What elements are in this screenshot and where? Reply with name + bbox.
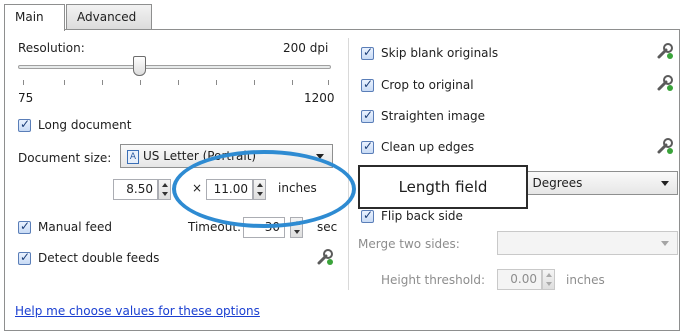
merge-sides-label: Merge two sides: <box>358 237 460 251</box>
slider-tick <box>216 80 217 85</box>
chevron-down-icon <box>661 241 669 246</box>
slider-tick <box>328 80 329 85</box>
document-icon: A <box>127 149 139 164</box>
chevron-down-icon <box>661 181 669 186</box>
rotation-value: 0 Degrees <box>521 176 583 190</box>
skip-blank-checkbox[interactable] <box>361 45 374 60</box>
height-threshold-field[interactable]: 0.00 <box>497 269 542 290</box>
slider-tick <box>140 80 141 85</box>
slider-tick <box>178 80 179 85</box>
rotation-dropdown[interactable]: 0 Degrees <box>512 171 678 195</box>
tab-advanced[interactable]: Advanced <box>66 4 152 29</box>
resolution-value: 200 dpi <box>283 41 329 55</box>
highlight-ellipse <box>172 150 356 228</box>
flip-back-label: Flip back side <box>381 209 463 223</box>
resolution-min-label: 75 <box>18 91 34 105</box>
slider-tick <box>23 80 24 85</box>
detect-double-feeds-label: Detect double feeds <box>38 251 160 265</box>
merge-sides-dropdown[interactable] <box>497 231 678 255</box>
crop-checkbox[interactable] <box>361 77 374 92</box>
long-document-checkbox[interactable] <box>18 117 31 132</box>
wrench-icon[interactable] <box>656 137 674 155</box>
timeout-unit-label: sec <box>317 220 338 234</box>
clean-edges-label: Clean up edges <box>381 140 475 154</box>
height-threshold-label: Height threshold: <box>381 273 486 287</box>
wrench-icon[interactable] <box>656 42 674 60</box>
long-document-label: Long document <box>38 118 132 132</box>
slider-tick <box>254 80 255 85</box>
slider-tick <box>292 80 293 85</box>
help-link[interactable]: Help me choose values for these options <box>15 304 260 318</box>
straighten-label: Straighten image <box>381 109 486 123</box>
width-stepper[interactable] <box>158 179 171 200</box>
manual-feed-checkbox[interactable] <box>18 219 31 234</box>
wrench-icon[interactable] <box>316 248 334 266</box>
width-field[interactable]: 8.50 <box>113 179 158 200</box>
slider-tick <box>102 80 103 85</box>
resolution-label: Resolution: <box>18 41 85 55</box>
wrench-icon[interactable] <box>656 74 674 92</box>
flip-back-checkbox[interactable] <box>361 208 374 223</box>
resolution-slider-track[interactable] <box>18 65 331 69</box>
straighten-checkbox[interactable] <box>361 108 374 123</box>
manual-feed-label: Manual feed <box>38 220 113 234</box>
callout-label: Length field <box>358 165 528 209</box>
slider-tick <box>64 80 65 85</box>
tab-main[interactable]: Main <box>4 4 65 31</box>
resolution-max-label: 1200 <box>304 91 335 105</box>
resolution-slider-thumb[interactable] <box>133 56 146 76</box>
clean-edges-checkbox[interactable] <box>361 139 374 154</box>
detect-double-feeds-checkbox[interactable] <box>18 250 31 265</box>
column-divider <box>348 38 349 290</box>
height-threshold-stepper[interactable] <box>542 269 555 290</box>
height-threshold-unit: inches <box>566 273 605 287</box>
crop-label: Crop to original <box>381 78 474 92</box>
document-size-label: Document size: <box>18 151 112 165</box>
skip-blank-label: Skip blank originals <box>381 46 499 60</box>
